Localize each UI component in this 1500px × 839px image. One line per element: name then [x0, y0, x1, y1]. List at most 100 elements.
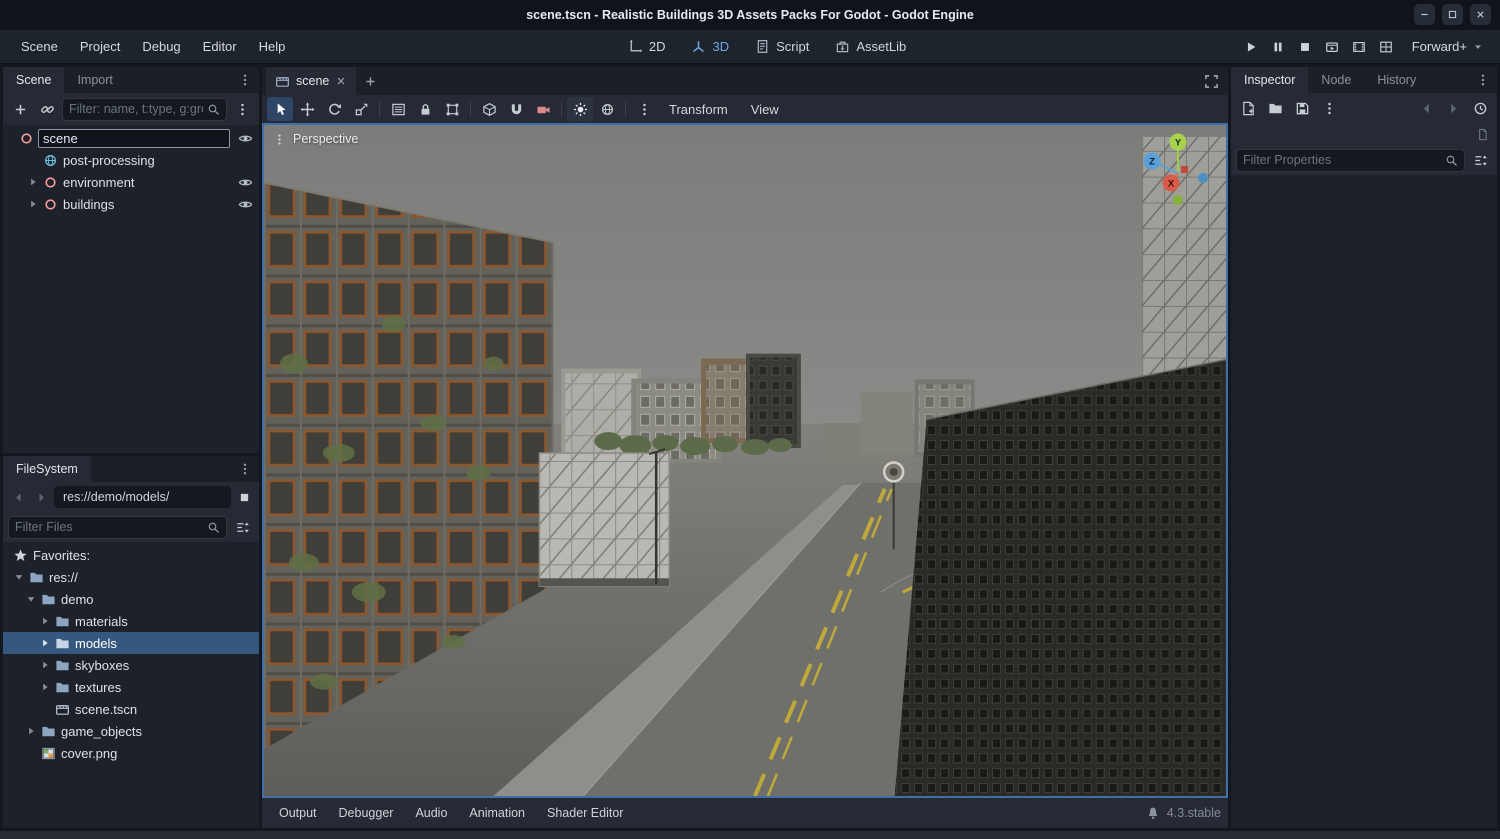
play-scene-button[interactable]	[1319, 34, 1345, 59]
perspective-menu[interactable]: Perspective	[273, 132, 358, 146]
fs-game-objects[interactable]: game_objects	[3, 720, 259, 742]
scene-node-root[interactable]	[3, 127, 259, 149]
menu-help[interactable]: Help	[248, 30, 297, 64]
menu-debug[interactable]: Debug	[131, 30, 191, 64]
scene-tree-options-button[interactable]	[230, 97, 254, 121]
local-space-button[interactable]	[476, 97, 502, 121]
scene-dock-menu-icon[interactable]	[231, 67, 259, 93]
distraction-free-button[interactable]	[1198, 69, 1224, 93]
visibility-eye-icon[interactable]	[234, 193, 256, 215]
debugger-panel-button[interactable]: Debugger	[329, 801, 404, 825]
expand-arrow-icon[interactable]	[25, 198, 41, 210]
scale-tool-button[interactable]	[348, 97, 374, 121]
toggle-split-mode-button[interactable]	[234, 486, 254, 508]
expand-arrow-icon[interactable]	[37, 615, 53, 627]
file-filter-input[interactable]	[15, 520, 203, 534]
view-menu[interactable]: View	[740, 97, 790, 121]
expand-arrow-icon[interactable]	[23, 725, 39, 737]
history-forward-button[interactable]	[31, 486, 51, 508]
fs-scene-tscn[interactable]: scene.tscn	[3, 698, 259, 720]
close-tab-icon[interactable]	[335, 75, 347, 87]
edit-history-button[interactable]	[1468, 96, 1492, 120]
pause-button[interactable]	[1265, 34, 1291, 59]
window-resize-edge[interactable]	[0, 831, 1500, 839]
selection-list-button[interactable]	[385, 97, 411, 121]
tab-inspector[interactable]: Inspector	[1231, 67, 1309, 93]
fs-materials[interactable]: materials	[3, 610, 259, 632]
fs-demo[interactable]: demo	[3, 588, 259, 610]
select-tool-button[interactable]	[267, 97, 293, 121]
instance-scene-button[interactable]	[35, 97, 59, 121]
fs-textures[interactable]: textures	[3, 676, 259, 698]
movie-maker-button[interactable]	[1373, 34, 1399, 59]
collapse-arrow-icon[interactable]	[11, 571, 27, 583]
collapse-arrow-icon[interactable]	[23, 593, 39, 605]
preview-environment-button[interactable]	[594, 97, 620, 121]
play-custom-scene-button[interactable]	[1346, 34, 1372, 59]
tab-scene-dock[interactable]: Scene	[3, 67, 65, 93]
expand-arrow-icon[interactable]	[37, 637, 53, 649]
mode-assetlib-button[interactable]: AssetLib	[825, 33, 916, 61]
scene-node-post-processing[interactable]: post-processing	[3, 149, 259, 171]
expand-arrow-icon[interactable]	[37, 681, 53, 693]
renderer-select[interactable]: Forward+	[1400, 39, 1490, 54]
scene-filter-input[interactable]	[69, 102, 203, 116]
animation-panel-button[interactable]: Animation	[459, 801, 535, 825]
menu-scene[interactable]: Scene	[10, 30, 69, 64]
fs-cover-png[interactable]: cover.png	[3, 742, 259, 764]
move-tool-button[interactable]	[294, 97, 320, 121]
rotate-tool-button[interactable]	[321, 97, 347, 121]
tab-filesystem[interactable]: FileSystem	[3, 456, 91, 482]
save-resource-button[interactable]	[1290, 96, 1314, 120]
audio-panel-button[interactable]: Audio	[405, 801, 457, 825]
stop-button[interactable]	[1292, 34, 1318, 59]
object-docs-icon[interactable]	[1476, 128, 1489, 141]
fs-models[interactable]: models	[3, 632, 259, 654]
visibility-eye-icon[interactable]	[234, 127, 256, 149]
property-filter-input[interactable]	[1243, 153, 1441, 167]
expand-arrow-icon[interactable]	[25, 176, 41, 188]
fs-res-root[interactable]: res://	[3, 566, 259, 588]
scene-node-buildings[interactable]: buildings	[3, 193, 259, 215]
menu-project[interactable]: Project	[69, 30, 131, 64]
sun-environment-options-button[interactable]	[631, 97, 657, 121]
new-scene-tab-button[interactable]	[358, 69, 382, 93]
inspector-dock-menu-icon[interactable]	[1469, 67, 1497, 93]
edit-forward-button[interactable]	[1441, 96, 1465, 120]
history-back-button[interactable]	[8, 486, 28, 508]
fs-skyboxes[interactable]: skyboxes	[3, 654, 259, 676]
preview-sun-button[interactable]	[567, 97, 593, 121]
transform-menu[interactable]: Transform	[658, 97, 739, 121]
orientation-gizmo[interactable]: Y Z X	[1136, 129, 1220, 213]
resource-options-button[interactable]	[1317, 96, 1341, 120]
edit-back-button[interactable]	[1414, 96, 1438, 120]
close-button[interactable]	[1470, 4, 1491, 25]
maximize-button[interactable]	[1442, 4, 1463, 25]
tab-node[interactable]: Node	[1308, 67, 1364, 93]
file-sort-button[interactable]	[230, 515, 254, 539]
load-resource-button[interactable]	[1263, 96, 1287, 120]
group-selected-button[interactable]	[439, 97, 465, 121]
new-resource-button[interactable]	[1236, 96, 1260, 120]
notification-bell-icon[interactable]	[1146, 806, 1160, 820]
current-path[interactable]: res://demo/models/	[54, 486, 231, 508]
play-button[interactable]	[1238, 34, 1264, 59]
mode-2d-button[interactable]: 2D	[618, 33, 676, 61]
scene-node-environment[interactable]: environment	[3, 171, 259, 193]
shader-editor-panel-button[interactable]: Shader Editor	[537, 801, 633, 825]
camera-preview-button[interactable]	[530, 97, 556, 121]
expand-arrow-icon[interactable]	[37, 659, 53, 671]
tab-history[interactable]: History	[1364, 67, 1429, 93]
menu-editor[interactable]: Editor	[192, 30, 248, 64]
rename-input[interactable]	[43, 130, 225, 146]
fs-favorites[interactable]: Favorites:	[3, 544, 259, 566]
lock-selected-button[interactable]	[412, 97, 438, 121]
output-panel-button[interactable]: Output	[269, 801, 327, 825]
add-node-button[interactable]	[8, 97, 32, 121]
mode-script-button[interactable]: Script	[745, 33, 819, 61]
visibility-eye-icon[interactable]	[234, 171, 256, 193]
tab-import[interactable]: Import	[64, 67, 125, 93]
scene-tab[interactable]: scene	[266, 67, 357, 95]
filesystem-dock-menu-icon[interactable]	[231, 456, 259, 482]
3d-viewport[interactable]: Perspective Y Z X	[262, 123, 1228, 798]
